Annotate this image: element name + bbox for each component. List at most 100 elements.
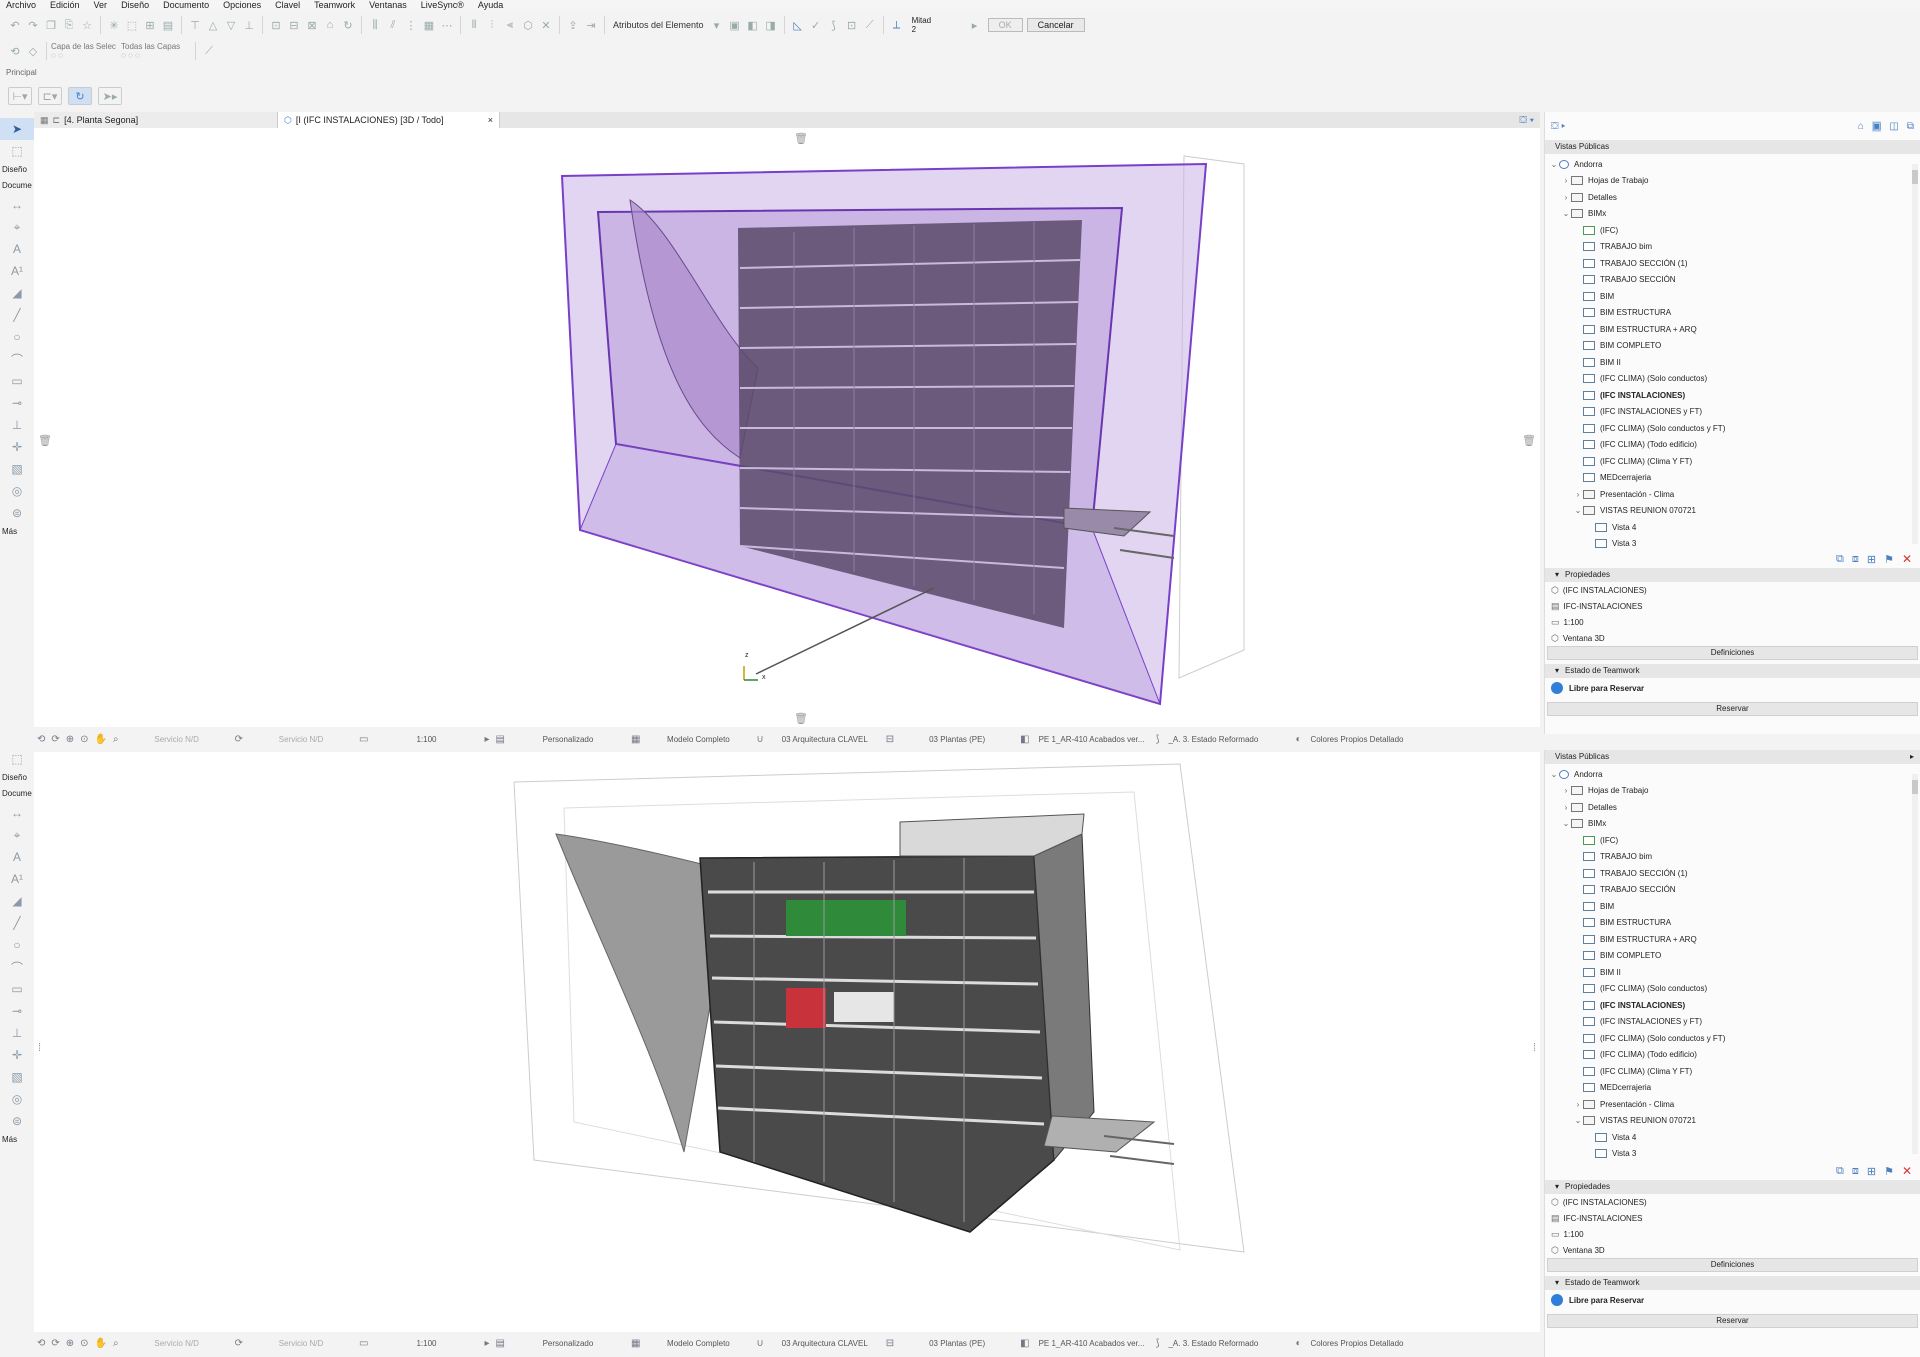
tree-item[interactable]: Vista 4 xyxy=(1545,1129,1920,1146)
layer-icon[interactable]: ▤ xyxy=(159,16,177,34)
chevron-right-icon[interactable]: ▸ xyxy=(966,16,984,34)
tree-item[interactable]: › Presentación - Clima xyxy=(1545,1096,1920,1113)
tree-item[interactable]: (IFC CLIMA) (Solo conductos) xyxy=(1545,371,1920,388)
tree-item[interactable]: (IFC CLIMA) (Todo edificio) xyxy=(1545,437,1920,454)
tab-options-icon[interactable]: ⛋ ▾ xyxy=(1519,115,1534,126)
detail-tool-icon[interactable]: ◎ xyxy=(0,480,34,502)
reserve-button[interactable]: Reservar xyxy=(1547,702,1918,716)
tree-item[interactable]: › Hojas de Trabajo xyxy=(1545,783,1920,800)
chevron-right-icon[interactable]: › xyxy=(1573,490,1583,499)
navigator-menu-icon[interactable]: ⛋ ▸ xyxy=(1551,121,1565,132)
detail-tool-icon[interactable]: ◎ xyxy=(0,1088,34,1110)
model-view-icon[interactable]: ▦ xyxy=(628,734,643,745)
tab-planta-segona[interactable]: ▦ ⊏ [4. Planta Segona] xyxy=(34,112,278,128)
guide-lines-icon[interactable]: ◺ xyxy=(789,16,807,34)
drawing-tool-icon[interactable]: ▭ xyxy=(0,370,34,392)
project-map-icon[interactable]: ⌂ xyxy=(1858,121,1864,132)
view-settings-icon[interactable]: ⚑ xyxy=(1884,553,1894,566)
navigator-scrollbar[interactable] xyxy=(1912,164,1918,544)
dimension-standard[interactable]: 03 Plantas (PE) xyxy=(897,735,1017,744)
redo-icon[interactable]: ↷ xyxy=(24,16,42,34)
layer-combination[interactable]: Personalizado xyxy=(508,1339,628,1348)
section-tool-icon[interactable]: ⊸ xyxy=(0,1000,34,1022)
clone-view-icon[interactable]: ⧈ xyxy=(1852,1165,1859,1178)
tree-item[interactable]: TRABAJO bim xyxy=(1545,239,1920,256)
tree-item[interactable]: BIM COMPLETO xyxy=(1545,948,1920,965)
chevron-down-icon[interactable]: ⌄ xyxy=(1549,160,1559,169)
3d-view-icon[interactable]: ⬡ xyxy=(519,16,537,34)
tree-item[interactable]: (IFC INSTALACIONES y FT) xyxy=(1545,1014,1920,1031)
redo-zoom-icon[interactable]: ⟳ xyxy=(48,734,62,745)
chevron-right-icon[interactable]: › xyxy=(1561,193,1571,202)
tree-item[interactable]: (IFC CLIMA) (Solo conductos y FT) xyxy=(1545,1030,1920,1047)
scale-icon[interactable]: ▭ xyxy=(356,1338,371,1349)
fill-tool-icon[interactable]: ◢ xyxy=(0,282,34,304)
tree-item[interactable]: BIM ESTRUCTURA xyxy=(1545,915,1920,932)
link-icon[interactable]: ⟳ xyxy=(232,734,246,745)
definitions-button[interactable]: Definiciones xyxy=(1547,1258,1918,1272)
redo-zoom-icon[interactable]: ⟳ xyxy=(48,1338,62,1349)
tree-item[interactable]: (IFC CLIMA) (Clima Y FT) xyxy=(1545,453,1920,470)
renovation-filter[interactable]: _A. 3. Estado Reformado xyxy=(1162,1339,1292,1348)
marquee-tool-icon[interactable]: ⬚ xyxy=(0,748,34,770)
tree-item[interactable]: MEDcerrajeria xyxy=(1545,1080,1920,1097)
tree-root[interactable]: ⌄ Andorra xyxy=(1545,156,1920,173)
tree-item[interactable]: (IFC INSTALACIONES) xyxy=(1545,997,1920,1014)
pan-icon[interactable]: ✋ xyxy=(92,734,110,745)
menu-item[interactable]: Ventanas xyxy=(369,0,407,11)
offset-icon[interactable]: ⫽ xyxy=(384,16,402,34)
chevron-right-icon[interactable]: › xyxy=(1573,1100,1583,1109)
label-tool-icon[interactable]: A¹ xyxy=(0,868,34,890)
undo-zoom-icon[interactable]: ⟲ xyxy=(34,1338,48,1349)
tree-item[interactable]: BIM II xyxy=(1545,964,1920,981)
tree-item[interactable]: ⌄ BIMx xyxy=(1545,816,1920,833)
model-view-option[interactable]: Modelo Completo xyxy=(643,735,753,744)
renovation-filter[interactable]: _A. 3. Estado Reformado xyxy=(1162,735,1292,744)
layer-link-icon[interactable]: ⟋ xyxy=(200,42,218,60)
arrow-down-icon[interactable]: ▽ xyxy=(222,16,240,34)
line-tool-icon[interactable]: ╱ xyxy=(0,304,34,326)
favorites-icon[interactable]: ☆ xyxy=(78,16,96,34)
toolbox-docume-label[interactable]: Docume xyxy=(0,786,34,802)
pen-set[interactable]: 03 Arquitectura CLAVEL xyxy=(767,735,883,744)
worksheet-tool-icon[interactable]: ▧ xyxy=(0,1066,34,1088)
circle-tool-icon[interactable]: ○ xyxy=(0,326,34,348)
definitions-button[interactable]: Definiciones xyxy=(1547,646,1918,660)
layer-combo-icon[interactable]: ▤ xyxy=(493,734,508,745)
orbit-icon[interactable]: ⊙ xyxy=(77,1338,91,1349)
tree-item[interactable]: MEDcerrajeria xyxy=(1545,470,1920,487)
view-3d-bottom[interactable]: ⁞ ⁞ xyxy=(34,752,1540,1332)
menu-item[interactable]: Diseño xyxy=(121,0,149,11)
colors-icon[interactable]: ◐ xyxy=(1292,1338,1304,1349)
elevation-icon[interactable]: ⫶ xyxy=(483,16,501,34)
tree-item[interactable]: (IFC CLIMA) (Todo edificio) xyxy=(1545,1047,1920,1064)
fit-window-icon[interactable]: ⌕ xyxy=(110,734,122,745)
tree-item[interactable]: ⌄ BIMx xyxy=(1545,206,1920,223)
polyline-tool-icon[interactable]: ⌒ xyxy=(0,956,34,978)
scale-value[interactable]: 1:100 xyxy=(371,735,481,744)
layer-combo-icon[interactable]: ▤ xyxy=(493,1338,508,1349)
tree-item[interactable]: BIM ESTRUCTURA xyxy=(1545,305,1920,322)
tree-item[interactable]: › Hojas de Trabajo xyxy=(1545,173,1920,190)
new-view-icon[interactable]: ⧉ xyxy=(1836,553,1844,566)
menu-item[interactable]: Edición xyxy=(50,0,80,11)
worksheet-tool-icon[interactable]: ▧ xyxy=(0,458,34,480)
graphic-override[interactable]: PE 1_AR-410 Acabados ver... xyxy=(1033,735,1153,744)
menu-item[interactable]: Clavel xyxy=(275,0,300,11)
scale-value[interactable]: 1:100 xyxy=(371,1339,481,1348)
tree-item[interactable]: ⌄ VISTAS REUNION 070721 xyxy=(1545,503,1920,520)
attributes-settings-icon[interactable]: ▣ xyxy=(726,16,744,34)
text-tool-icon[interactable]: A xyxy=(0,846,34,868)
special-snap-icon[interactable]: ⟂ xyxy=(888,16,906,34)
fill-tool-icon[interactable]: ◢ xyxy=(0,890,34,912)
rotate-icon[interactable]: ↻ xyxy=(339,16,357,34)
menu-item[interactable]: Archivo xyxy=(6,0,36,11)
color-scheme[interactable]: Colores Propios Detallado xyxy=(1305,735,1410,744)
chevron-down-icon[interactable]: ⌄ xyxy=(1573,1116,1583,1125)
delete-icon[interactable]: ✕ xyxy=(1902,1164,1912,1178)
chevron-right-icon[interactable]: ▸ xyxy=(1910,750,1914,764)
toolbox-mas-label[interactable]: Más xyxy=(0,524,34,540)
tree-item[interactable]: TRABAJO SECCIÓN (1) xyxy=(1545,255,1920,272)
text-tool-icon[interactable]: A xyxy=(0,238,34,260)
marquee-icon[interactable]: ⬚ xyxy=(123,16,141,34)
